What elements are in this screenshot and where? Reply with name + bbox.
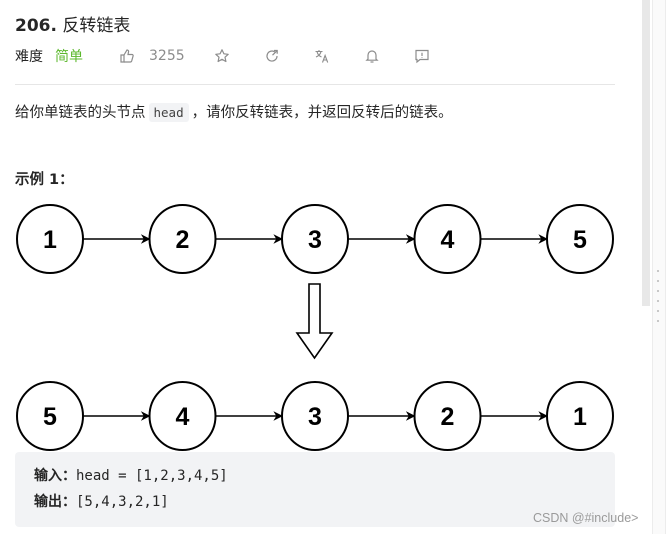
- bell-icon[interactable]: [362, 46, 382, 66]
- feedback-icon[interactable]: [412, 46, 432, 66]
- output-node-label: 5: [43, 403, 57, 431]
- problem-name: 反转链表: [62, 16, 131, 36]
- problem-number: 206.: [15, 16, 57, 36]
- thumbs-up-icon[interactable]: [117, 46, 137, 66]
- input-node-label: 4: [441, 226, 455, 254]
- grip-dot: [657, 310, 659, 312]
- problem-description: 给你单链表的头节点 head ，请你反转链表，并返回反转后的链表。: [15, 101, 453, 125]
- share-icon[interactable]: [262, 46, 282, 66]
- output-value: [5,4,3,2,1]: [76, 494, 169, 510]
- difficulty: 难度 简单: [15, 46, 83, 66]
- input-value: head = [1,2,3,4,5]: [76, 468, 228, 484]
- scrollbar-thumb[interactable]: [642, 0, 650, 306]
- output-label: 输出：: [34, 494, 76, 510]
- input-node-label: 2: [176, 226, 190, 254]
- grip-dot: [657, 320, 659, 322]
- difficulty-value: 简单: [55, 49, 83, 65]
- likes-count: 3255: [149, 48, 185, 64]
- difficulty-label: 难度: [15, 49, 43, 65]
- example-output: 输出：[5,4,3,2,1]: [34, 491, 169, 511]
- input-node-label: 1: [43, 226, 57, 254]
- grip-dot: [657, 290, 659, 292]
- input-node-label: 3: [308, 226, 322, 254]
- down-arrow-icon: [295, 283, 334, 360]
- grip-dot: [657, 300, 659, 302]
- example-input: 输入：head = [1,2,3,4,5]: [34, 465, 228, 485]
- problem-title: 206. 反转链表: [15, 11, 130, 36]
- header-divider: [15, 84, 615, 85]
- output-node-label: 3: [308, 403, 322, 431]
- star-icon[interactable]: [212, 46, 232, 66]
- input-list: 1 2 3 4 5: [16, 204, 614, 274]
- output-list: 5 4 3 2 1: [16, 381, 614, 451]
- output-node-label: 2: [441, 403, 455, 431]
- panel-resize-handle[interactable]: [652, 0, 666, 534]
- inline-code-head: head: [148, 103, 189, 122]
- example-code-block: 输入：head = [1,2,3,4,5] 输出：[5,4,3,2,1]: [15, 452, 615, 527]
- grip-dot: [657, 280, 659, 282]
- input-node-label: 5: [573, 226, 587, 254]
- linked-list-diagram: 1 2 3 4 5 5 4 3 2 1: [16, 204, 614, 451]
- translate-icon[interactable]: [312, 46, 332, 66]
- description-text-after: ，请你反转链表，并返回反转后的链表。: [191, 105, 453, 121]
- output-node-label: 1: [573, 403, 587, 431]
- output-node-label: 4: [176, 403, 190, 431]
- example-title: 示例 1：: [15, 172, 74, 188]
- watermark: CSDN @#include>: [533, 511, 639, 525]
- input-label: 输入：: [34, 468, 76, 484]
- grip-dot: [657, 270, 659, 272]
- description-text-before: 给你单链表的头节点: [15, 105, 146, 121]
